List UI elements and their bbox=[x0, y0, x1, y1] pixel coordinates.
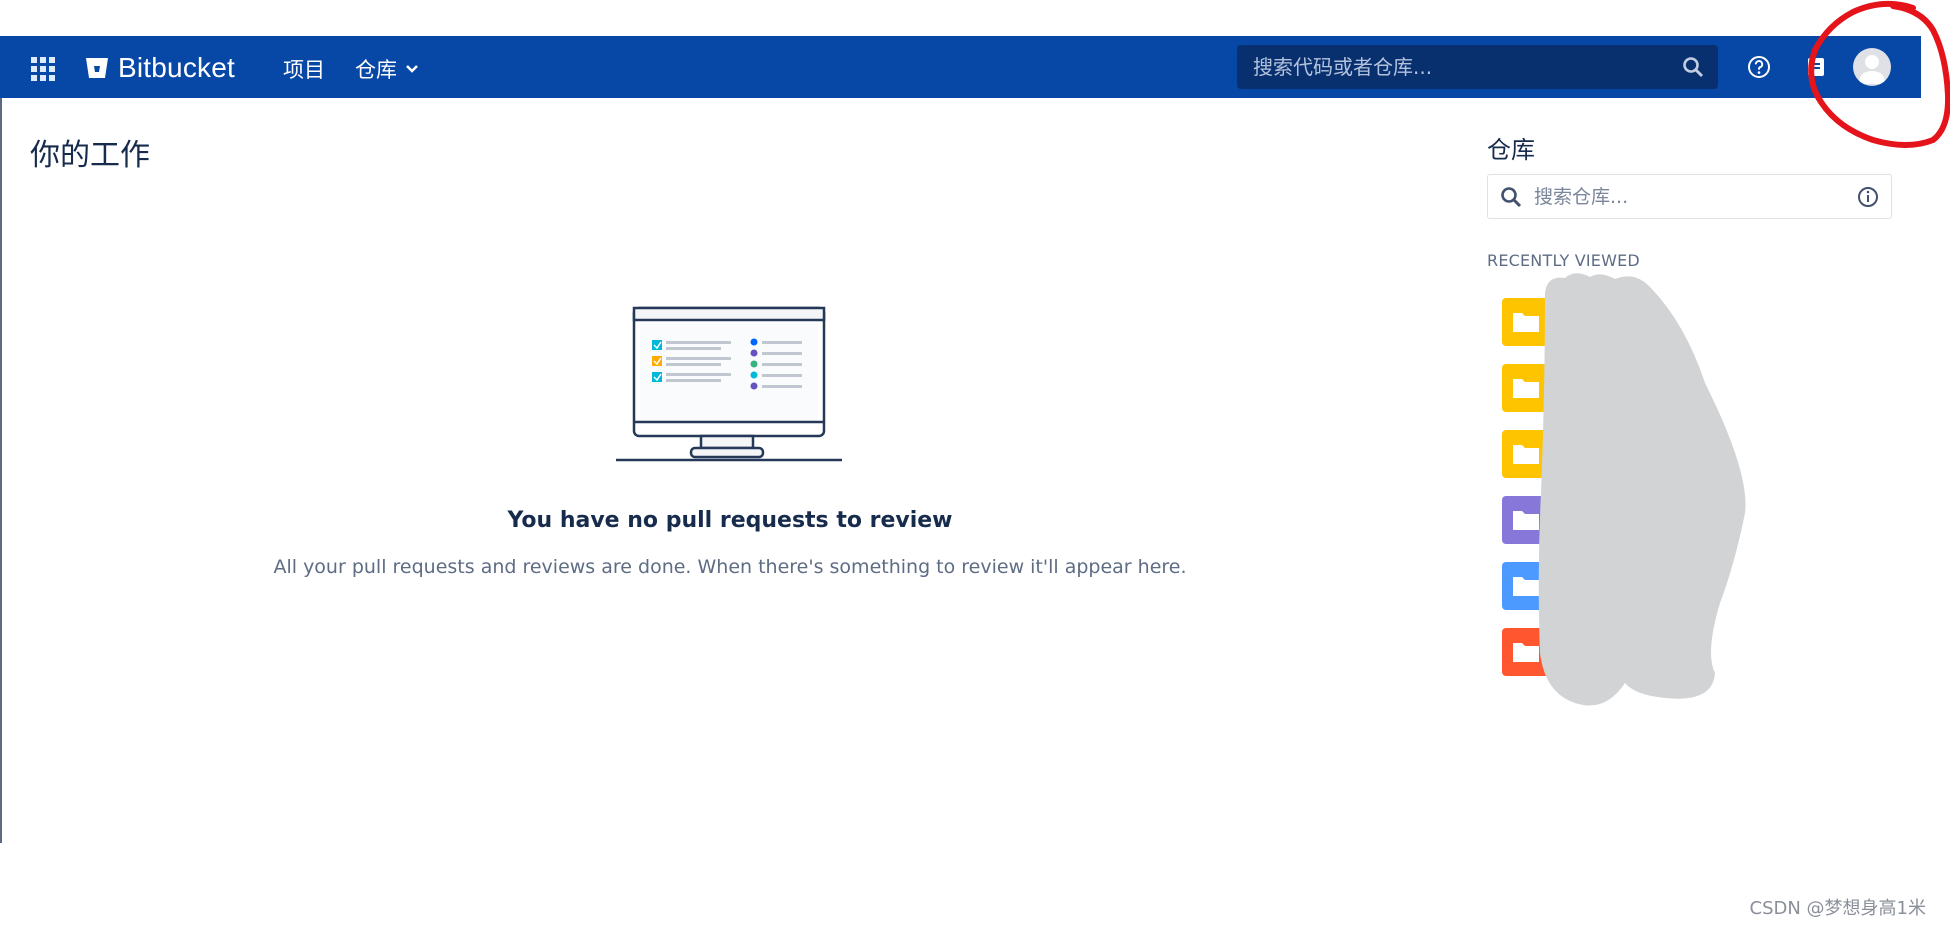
top-navbar: Bitbucket 项目 仓库 bbox=[0, 36, 1921, 98]
search-icon bbox=[1501, 186, 1522, 207]
sidebar-title: 仓库 bbox=[1487, 136, 1535, 164]
folder-icon bbox=[1513, 379, 1539, 398]
page-title: 你的工作 bbox=[30, 138, 150, 173]
brand-name: Bitbucket bbox=[118, 52, 235, 83]
info-icon[interactable] bbox=[1857, 186, 1879, 208]
folder-icon bbox=[1513, 643, 1539, 662]
help-icon bbox=[1748, 56, 1770, 78]
monitor-checklist-illustration bbox=[616, 306, 842, 462]
repo-avatar[interactable] bbox=[1502, 430, 1550, 478]
empty-state-heading: You have no pull requests to review bbox=[507, 508, 953, 533]
search-icon[interactable] bbox=[1682, 56, 1704, 78]
empty-state-description: All your pull requests and reviews are d… bbox=[273, 556, 1187, 578]
repo-avatar[interactable] bbox=[1502, 562, 1550, 610]
nav-projects-label: 项目 bbox=[283, 58, 325, 82]
repo-search[interactable] bbox=[1487, 174, 1892, 219]
repo-avatar[interactable] bbox=[1502, 628, 1550, 676]
repo-avatar[interactable] bbox=[1502, 496, 1550, 544]
app-switcher-icon[interactable] bbox=[28, 54, 56, 82]
chevron-down-icon bbox=[406, 65, 418, 73]
bitbucket-bucket-icon bbox=[86, 58, 108, 78]
repo-avatar[interactable] bbox=[1502, 298, 1550, 346]
recently-viewed-label: RECENTLY VIEWED bbox=[1487, 251, 1640, 270]
help-button[interactable] bbox=[1743, 51, 1775, 83]
top-blank-strip bbox=[0, 0, 1950, 36]
folder-icon bbox=[1513, 577, 1539, 596]
nav-projects-link[interactable]: 项目 bbox=[283, 54, 325, 84]
folder-icon bbox=[1513, 511, 1539, 530]
nav-repos-dropdown[interactable]: 仓库 bbox=[355, 54, 419, 84]
default-avatar-icon bbox=[1859, 55, 1885, 84]
redaction-scribble bbox=[1538, 273, 1746, 706]
bitbucket-logo[interactable]: Bitbucket bbox=[84, 46, 235, 90]
release-notes-button[interactable] bbox=[1800, 51, 1832, 83]
global-search-input[interactable] bbox=[1251, 54, 1682, 80]
folder-icon bbox=[1513, 445, 1539, 464]
notes-icon bbox=[1808, 58, 1824, 76]
left-border-line bbox=[0, 98, 2, 843]
repo-avatar[interactable] bbox=[1502, 364, 1550, 412]
nav-repos-label: 仓库 bbox=[355, 58, 397, 82]
csdn-watermark: CSDN @梦想身高1米 bbox=[1749, 898, 1927, 919]
recent-repo-list bbox=[1502, 298, 1550, 694]
user-avatar[interactable] bbox=[1853, 48, 1891, 86]
folder-icon bbox=[1513, 313, 1539, 332]
global-search[interactable] bbox=[1237, 45, 1718, 89]
repo-search-input[interactable] bbox=[1532, 184, 1857, 209]
